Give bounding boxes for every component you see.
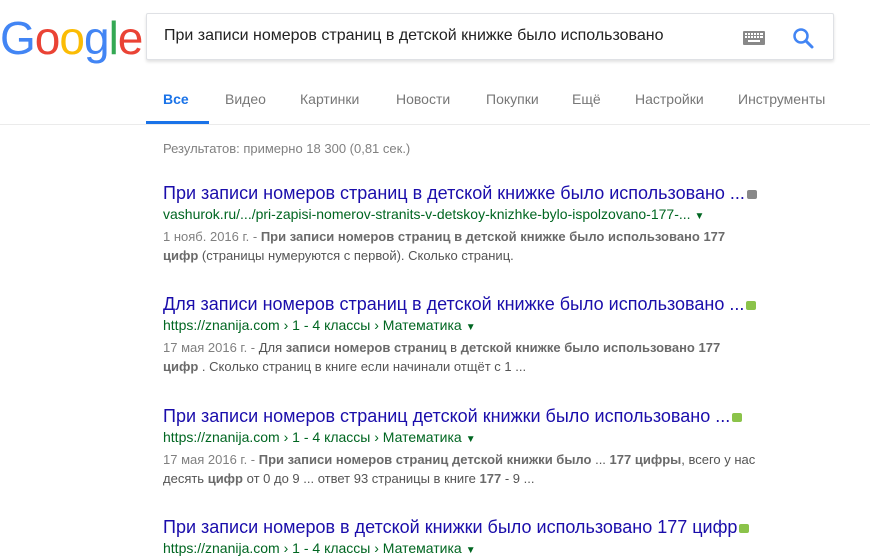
tab-images[interactable]: Картинки	[300, 91, 359, 107]
result-snippet: 1 нояб. 2016 г. - При записи номеров стр…	[163, 227, 870, 265]
snippet-text: десять	[163, 471, 208, 486]
result-date: 17 мая 2016 г. -	[163, 340, 259, 355]
result-title-link[interactable]: При записи номеров страниц детской книжк…	[163, 406, 730, 426]
result-title-link[interactable]: Для записи номеров страниц в детской кни…	[163, 294, 744, 314]
search-result: При записи номеров страниц в детской кни…	[163, 182, 870, 265]
active-tab-indicator	[146, 121, 209, 124]
result-url: https://znanija.com › 1 - 4 классы › Мат…	[163, 540, 462, 556]
result-badge-icon	[746, 189, 757, 199]
snippet-bold: детской книжке было использовано 177	[460, 340, 721, 355]
logo-letter: G	[0, 12, 36, 64]
result-date: 1 нояб. 2016 г. -	[163, 229, 261, 244]
result-url: vashurok.ru/.../pri-zapisi-nomerov-stran…	[163, 206, 691, 222]
result-url: https://znanija.com › 1 - 4 классы › Мат…	[163, 429, 462, 445]
tab-news[interactable]: Новости	[396, 91, 450, 107]
logo-letter: o	[59, 12, 85, 64]
snippet-bold: При записи номеров страниц детской книжк…	[258, 452, 592, 467]
snippet-text: , всего у нас	[681, 452, 756, 467]
snippet-bold: цифр	[207, 471, 244, 486]
snippet-bold: 177 цифры	[609, 452, 682, 467]
tab-shopping[interactable]: Покупки	[486, 91, 539, 107]
result-badge-icon	[732, 412, 743, 422]
snippet-bold: цифр	[163, 359, 199, 374]
keyboard-icon[interactable]	[743, 31, 765, 45]
search-result: При записи номеров в детской книжки было…	[163, 516, 870, 560]
search-icon[interactable]	[791, 26, 815, 50]
logo-letter: o	[34, 12, 61, 64]
result-date: 17 мая 2016 г. -	[163, 452, 259, 467]
snippet-text: от 0 до 9 ... ответ 93 страницы в книге	[243, 471, 480, 486]
snippet-text: Для	[258, 340, 286, 355]
logo-letter: l	[108, 12, 119, 64]
snippet-text: ...	[591, 452, 610, 467]
snippet-bold: цифр	[163, 248, 199, 263]
result-title-link[interactable]: При записи номеров страниц в детской кни…	[163, 183, 745, 203]
tab-all[interactable]: Все	[163, 91, 189, 107]
snippet-bold: При записи номеров страниц в детской кни…	[260, 229, 726, 244]
search-tabs: Все Видео Картинки Новости Покупки Ещё Н…	[0, 80, 870, 125]
result-url: https://znanija.com › 1 - 4 классы › Мат…	[163, 317, 462, 333]
tab-more[interactable]: Ещё	[572, 91, 601, 107]
caret-down-icon[interactable]: ▼	[695, 211, 705, 222]
search-result: При записи номеров страниц детской книжк…	[163, 405, 870, 488]
snippet-text: . Сколько страниц в книге если начинали …	[198, 359, 527, 374]
caret-down-icon[interactable]: ▼	[466, 322, 476, 333]
result-title-link[interactable]: При записи номеров в детской книжки было…	[163, 517, 737, 537]
result-stats: Результатов: примерно 18 300 (0,81 сек.)	[163, 141, 411, 156]
tab-tools[interactable]: Инструменты	[738, 91, 825, 107]
result-snippet: 17 мая 2016 г. - Для записи номеров стра…	[163, 338, 870, 376]
logo-letter: g	[83, 12, 110, 64]
caret-down-icon[interactable]: ▼	[466, 434, 476, 445]
tab-settings[interactable]: Настройки	[635, 91, 704, 107]
result-badge-icon	[739, 523, 750, 533]
logo-letter: e	[117, 12, 144, 64]
google-logo[interactable]: Google	[0, 10, 144, 66]
search-result: Для записи номеров страниц в детской кни…	[163, 293, 870, 376]
result-badge-icon	[746, 300, 757, 310]
tab-video[interactable]: Видео	[225, 91, 266, 107]
snippet-bold: записи номеров страниц	[285, 340, 447, 355]
search-input[interactable]: При записи номеров страниц в детской кни…	[164, 27, 664, 45]
snippet-bold: 177	[479, 471, 502, 486]
snippet-text: - 9 ...	[501, 471, 535, 486]
search-box[interactable]: При записи номеров страниц в детской кни…	[146, 13, 834, 60]
snippet-text: (страницы нумеруются с первой). Сколько …	[198, 248, 514, 263]
snippet-text: в	[446, 340, 461, 355]
result-snippet: 17 мая 2016 г. - При записи номеров стра…	[163, 450, 870, 488]
